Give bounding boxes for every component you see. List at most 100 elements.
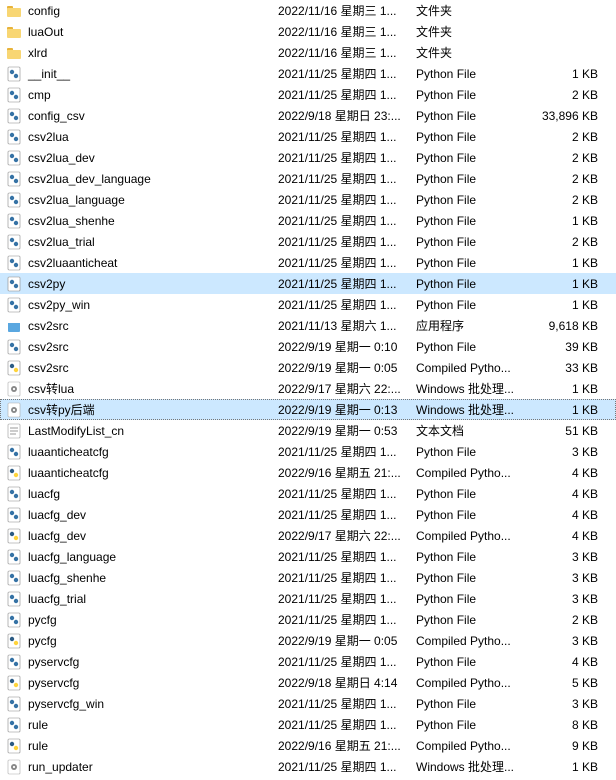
file-row[interactable]: pyservcfg2022/9/18 星期日 4:14Compiled Pyth… [0, 672, 616, 693]
file-type-cell: Compiled Pytho... [416, 529, 536, 543]
file-name-cell[interactable]: LastModifyList_cn [6, 423, 278, 439]
file-row[interactable]: luacfg_dev2021/11/25 星期四 1...Python File… [0, 504, 616, 525]
file-name-cell[interactable]: csv2py_win [6, 297, 278, 313]
file-name-cell[interactable]: luacfg_shenhe [6, 570, 278, 586]
file-row[interactable]: luacfg_shenhe2021/11/25 星期四 1...Python F… [0, 567, 616, 588]
compiled-python-icon [6, 738, 22, 754]
file-row[interactable]: pyservcfg2021/11/25 星期四 1...Python File4… [0, 651, 616, 672]
python-file-icon [6, 696, 22, 712]
file-row[interactable]: xlrd2022/11/16 星期三 1...文件夹 [0, 42, 616, 63]
file-row[interactable]: csv2lua_trial2021/11/25 星期四 1...Python F… [0, 231, 616, 252]
file-row[interactable]: luacfg2021/11/25 星期四 1...Python File4 KB [0, 483, 616, 504]
file-row[interactable]: luaOut2022/11/16 星期三 1...文件夹 [0, 21, 616, 42]
file-name-cell[interactable]: luaanticheatcfg [6, 444, 278, 460]
file-date-cell: 2021/11/25 星期四 1... [278, 443, 416, 460]
file-name-cell[interactable]: luacfg_dev [6, 528, 278, 544]
compiled-python-icon [6, 675, 22, 691]
file-date-cell: 2022/9/19 星期一 0:05 [278, 359, 416, 376]
file-row[interactable]: __init__2021/11/25 星期四 1...Python File1 … [0, 63, 616, 84]
file-name-cell[interactable]: csv2lua_shenhe [6, 213, 278, 229]
file-name-cell[interactable]: luaOut [6, 24, 278, 40]
file-row[interactable]: csv2lua_language2021/11/25 星期四 1...Pytho… [0, 189, 616, 210]
file-name-cell[interactable]: rule [6, 717, 278, 733]
file-row[interactable]: rule2021/11/25 星期四 1...Python File8 KB [0, 714, 616, 735]
file-row[interactable]: csv2lua_shenhe2021/11/25 星期四 1...Python … [0, 210, 616, 231]
file-row[interactable]: luacfg_trial2021/11/25 星期四 1...Python Fi… [0, 588, 616, 609]
file-name-cell[interactable]: pyservcfg_win [6, 696, 278, 712]
file-row[interactable]: config_csv2022/9/18 星期日 23:...Python Fil… [0, 105, 616, 126]
file-name-cell[interactable]: pyservcfg [6, 654, 278, 670]
file-name-cell[interactable]: csv转py后端 [6, 401, 278, 418]
file-row[interactable]: csv2src2021/11/13 星期六 1...应用程序9,618 KB [0, 315, 616, 336]
file-row[interactable]: csv2lua_dev_language2021/11/25 星期四 1...P… [0, 168, 616, 189]
file-row[interactable]: luaanticheatcfg2021/11/25 星期四 1...Python… [0, 441, 616, 462]
file-row[interactable]: csv2luaanticheat2021/11/25 星期四 1...Pytho… [0, 252, 616, 273]
file-name-cell[interactable]: csv2lua_dev_language [6, 171, 278, 187]
python-file-icon [6, 66, 22, 82]
file-name-cell[interactable]: rule [6, 738, 278, 754]
file-row[interactable]: LastModifyList_cn2022/9/19 星期一 0:53文本文档5… [0, 420, 616, 441]
file-name-label: luaanticheatcfg [28, 445, 109, 459]
file-type-cell: 应用程序 [416, 317, 536, 334]
folder-icon [6, 24, 22, 40]
python-file-icon [6, 486, 22, 502]
file-type-cell: Python File [416, 277, 536, 291]
file-name-cell[interactable]: csv2py [6, 276, 278, 292]
file-row[interactable]: pycfg2021/11/25 星期四 1...Python File2 KB [0, 609, 616, 630]
file-name-cell[interactable]: config [6, 3, 278, 19]
file-name-cell[interactable]: csv2lua_dev [6, 150, 278, 166]
file-row[interactable]: pyservcfg_win2021/11/25 星期四 1...Python F… [0, 693, 616, 714]
file-type-cell: Python File [416, 298, 536, 312]
file-name-label: csv2py [28, 277, 65, 291]
file-row[interactable]: config2022/11/16 星期三 1...文件夹 [0, 0, 616, 21]
file-row[interactable]: csv转lua2022/9/17 星期六 22:...Windows 批处理..… [0, 378, 616, 399]
file-size-cell: 1 KB [536, 760, 606, 774]
file-row[interactable]: csv转py后端2022/9/19 星期一 0:13Windows 批处理...… [0, 399, 616, 420]
file-row[interactable]: csv2py_win2021/11/25 星期四 1...Python File… [0, 294, 616, 315]
file-name-cell[interactable]: csv2lua_language [6, 192, 278, 208]
file-name-cell[interactable]: csv2src [6, 339, 278, 355]
file-size-cell: 1 KB [536, 298, 606, 312]
file-name-label: pyservcfg [28, 676, 79, 690]
file-name-cell[interactable]: luacfg_dev [6, 507, 278, 523]
file-date-cell: 2022/9/19 星期一 0:53 [278, 422, 416, 439]
file-row[interactable]: rule2022/9/16 星期五 21:...Compiled Pytho..… [0, 735, 616, 756]
file-type-cell: Python File [416, 256, 536, 270]
file-name-cell[interactable]: luacfg [6, 486, 278, 502]
file-name-cell[interactable]: csv转lua [6, 380, 278, 397]
file-name-cell[interactable]: csv2lua_trial [6, 234, 278, 250]
file-row[interactable]: csv2src2022/9/19 星期一 0:10Python File39 K… [0, 336, 616, 357]
file-name-cell[interactable]: pyservcfg [6, 675, 278, 691]
file-row[interactable]: luacfg_language2021/11/25 星期四 1...Python… [0, 546, 616, 567]
file-name-cell[interactable]: luacfg_trial [6, 591, 278, 607]
file-size-cell: 1 KB [536, 214, 606, 228]
file-name-label: csv转lua [28, 380, 74, 397]
file-name-cell[interactable]: xlrd [6, 45, 278, 61]
file-name-cell[interactable]: __init__ [6, 66, 278, 82]
file-row[interactable]: csv2py2021/11/25 星期四 1...Python File1 KB [0, 273, 616, 294]
file-name-cell[interactable]: pycfg [6, 633, 278, 649]
file-name-cell[interactable]: csv2src [6, 360, 278, 376]
file-row[interactable]: csv2lua_dev2021/11/25 星期四 1...Python Fil… [0, 147, 616, 168]
file-row[interactable]: run_updater2021/11/25 星期四 1...Windows 批处… [0, 756, 616, 777]
file-name-cell[interactable]: run_updater [6, 759, 278, 775]
file-type-cell: 文本文档 [416, 422, 536, 439]
file-date-cell: 2022/9/19 星期一 0:13 [278, 401, 416, 418]
file-name-cell[interactable]: cmp [6, 87, 278, 103]
file-size-cell: 2 KB [536, 235, 606, 249]
file-list[interactable]: config2022/11/16 星期三 1...文件夹luaOut2022/1… [0, 0, 616, 777]
file-name-cell[interactable]: csv2src [6, 318, 278, 334]
file-row[interactable]: luaanticheatcfg2022/9/16 星期五 21:...Compi… [0, 462, 616, 483]
file-name-cell[interactable]: csv2luaanticheat [6, 255, 278, 271]
file-row[interactable]: cmp2021/11/25 星期四 1...Python File2 KB [0, 84, 616, 105]
file-name-cell[interactable]: luacfg_language [6, 549, 278, 565]
file-row[interactable]: csv2src2022/9/19 星期一 0:05Compiled Pytho.… [0, 357, 616, 378]
file-name-cell[interactable]: pycfg [6, 612, 278, 628]
file-row[interactable]: csv2lua2021/11/25 星期四 1...Python File2 K… [0, 126, 616, 147]
file-name-cell[interactable]: csv2lua [6, 129, 278, 145]
file-row[interactable]: pycfg2022/9/19 星期一 0:05Compiled Pytho...… [0, 630, 616, 651]
file-row[interactable]: luacfg_dev2022/9/17 星期六 22:...Compiled P… [0, 525, 616, 546]
file-type-cell: 文件夹 [416, 2, 536, 19]
file-name-cell[interactable]: config_csv [6, 108, 278, 124]
file-name-cell[interactable]: luaanticheatcfg [6, 465, 278, 481]
